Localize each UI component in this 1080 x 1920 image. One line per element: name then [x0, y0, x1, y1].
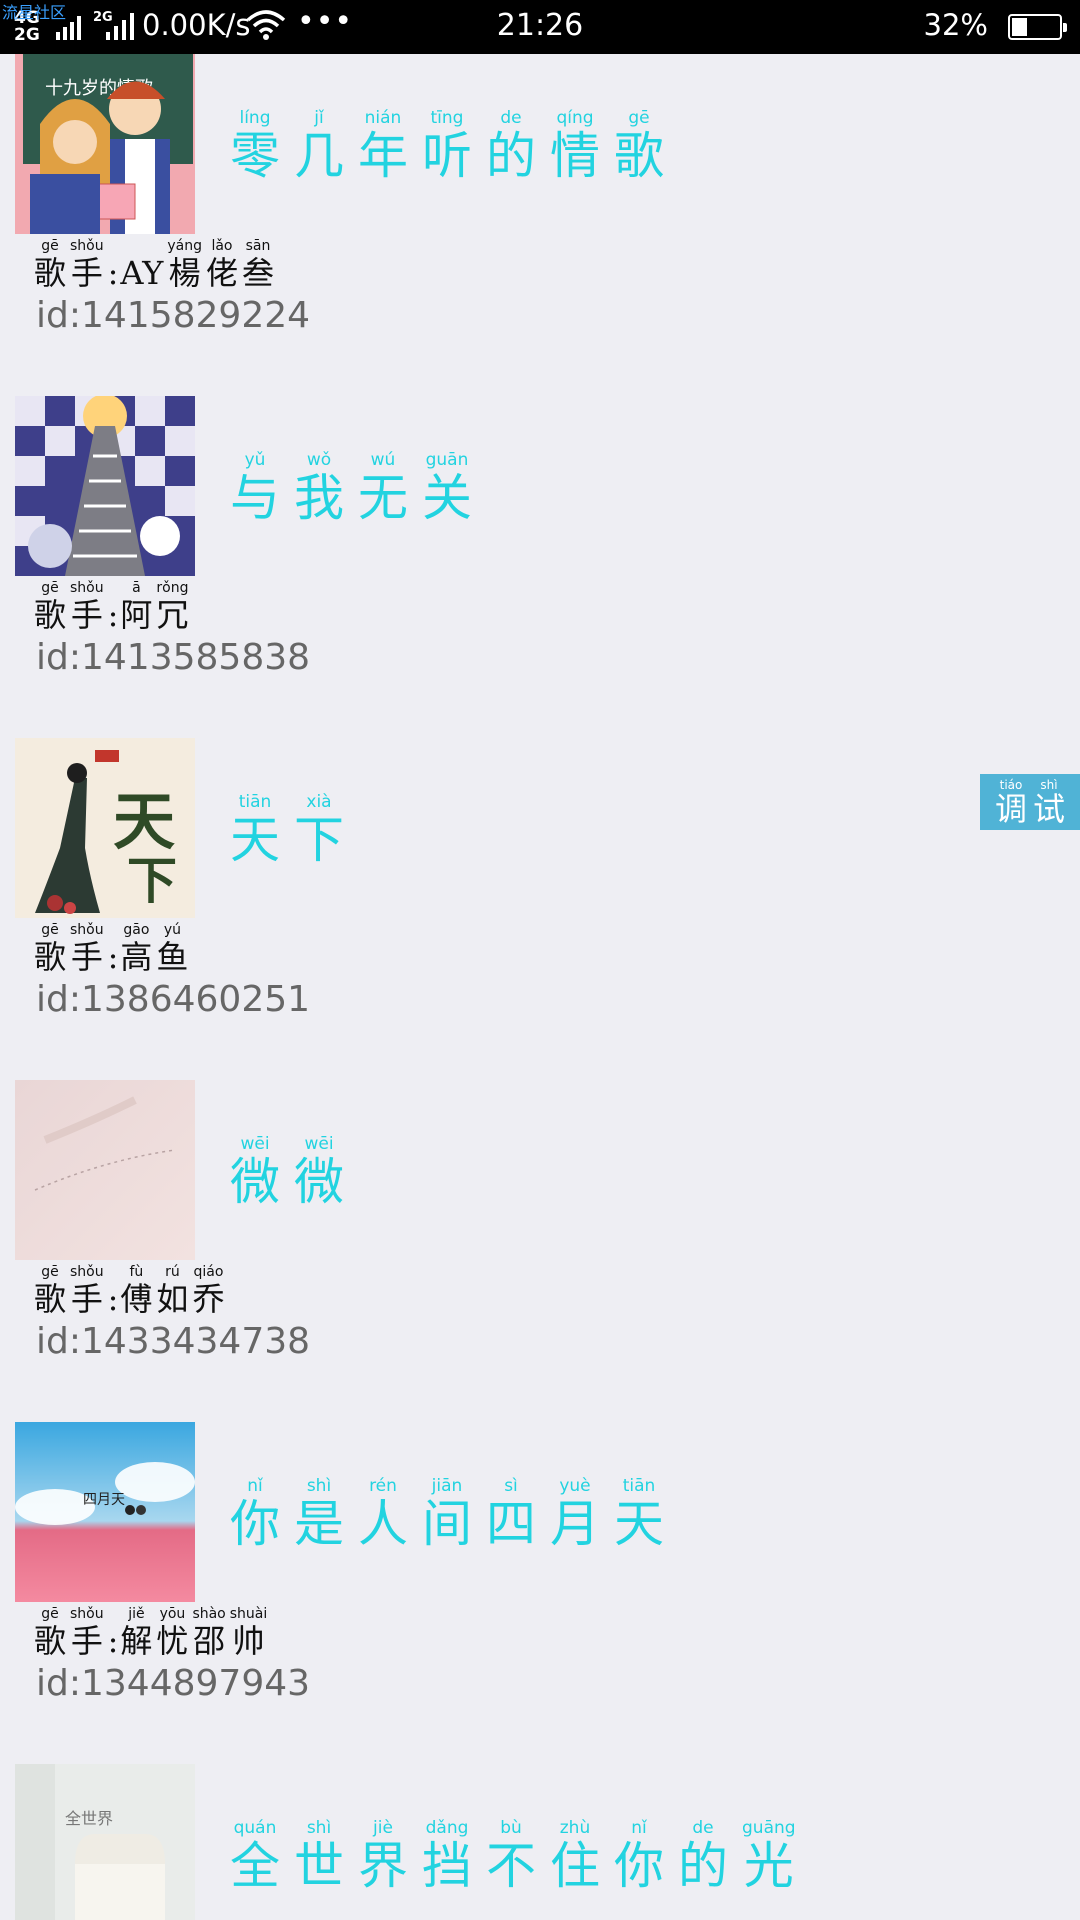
album-cover[interactable]: 天 下 [15, 738, 195, 918]
song-item[interactable]: 十九岁的情歌 líng 零 jǐ 几 nián 年 tīng 听 de 的 qíng 情 g… [0, 0, 1080, 342]
song-title[interactable]: yǔ 与 wǒ 我 wú 无 guān 关 [230, 450, 486, 526]
svg-text:天: 天 [113, 785, 175, 858]
svg-text:全世界: 全世界 [65, 1809, 113, 1828]
song-item[interactable]: wēi 微 wēi 微 gē 歌 shǒu 手 : fù 傅 rú 如 qiáo 乔 id:1… [0, 1026, 1080, 1368]
song-item[interactable]: 四月天 nǐ 你 shì 是 rén 人 jiān 间 sì 四 yuè 月 tiān 天 g… [0, 1368, 1080, 1710]
album-cover[interactable] [15, 1080, 195, 1260]
song-id: id:1433434738 [36, 1321, 311, 1362]
song-item[interactable]: yǔ 与 wǒ 我 wú 无 guān 关 gē 歌 shǒu 手 : ā阿 rǒng 冗 i… [0, 342, 1080, 684]
song-title[interactable]: wēi 微 wēi 微 [230, 1134, 358, 1210]
artist-line: gē 歌 shǒu 手 : gāo 高 yú 鱼 [34, 922, 189, 976]
song-id: id:1413585838 [36, 637, 311, 678]
svg-text:下: 下 [127, 851, 177, 910]
artist-line: gē 歌 shǒu 手 : ā阿 rǒng 冗 [34, 580, 189, 634]
song-id: id:1415829224 [36, 295, 311, 336]
artist-line: gē 歌 shǒu 手 : fù 傅 rú 如 qiáo 乔 [34, 1264, 225, 1318]
artist-line: gē 歌 shǒu 手 : jiě 解 yōu 忧 shào 邵 shuài 帅 [34, 1606, 268, 1660]
debug-button[interactable]: tiáo 调 shì 试 [980, 774, 1080, 830]
album-cover[interactable]: 十九岁的情歌 [15, 54, 195, 234]
song-item[interactable]: 全世界 quán 全 shì 世 jiè 界 dǎng 挡 bù 不 zhù 住 nǐ 你 d… [0, 1710, 1080, 1920]
song-title[interactable]: tiān 天 xià 下 [230, 792, 358, 868]
svg-text:四月天: 四月天 [83, 1492, 125, 1508]
album-cover[interactable] [15, 396, 195, 576]
song-id: id:1386460251 [36, 979, 311, 1020]
song-id: id:1344897943 [36, 1663, 311, 1704]
song-title[interactable]: nǐ 你 shì 是 rén 人 jiān 间 sì 四 yuè 月 tiān 天 [230, 1476, 678, 1552]
album-cover[interactable]: 四月天 [15, 1422, 195, 1602]
song-item[interactable]: 天 下 tiān 天 xià 下 gē 歌 shǒu 手 : gāo 高 yú 鱼 id:1… [0, 684, 1080, 1026]
song-title[interactable]: líng 零 jǐ 几 nián 年 tīng 听 de 的 qíng 情 gē 歌 [230, 108, 678, 184]
song-title[interactable]: quán 全 shì 世 jiè 界 dǎng 挡 bù 不 zhù 住 nǐ 你 de 的 g… [230, 1818, 810, 1894]
artist-line: gē 歌 shǒu 手 : AY yáng 楊 lǎo 佬 sān 叁 [34, 238, 274, 292]
album-cover[interactable]: 全世界 [15, 1764, 195, 1920]
